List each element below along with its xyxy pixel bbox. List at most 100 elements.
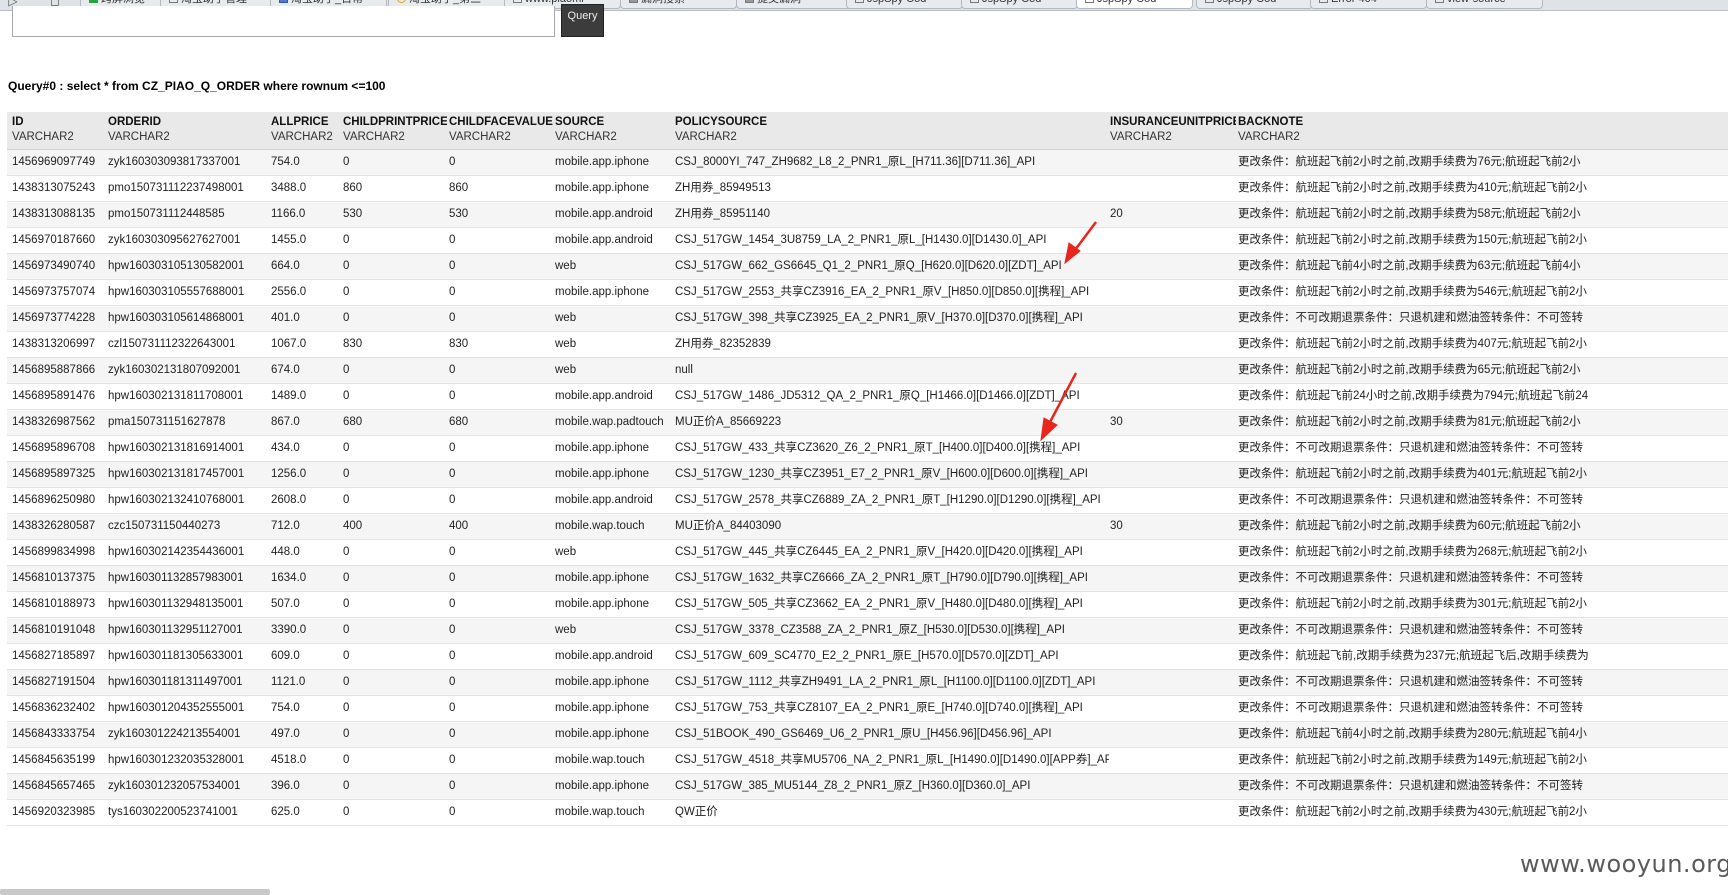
tab-close-icon[interactable]: × [1415,0,1421,7]
table-cell: 530 [343,208,363,220]
table-cell: 1456845657465 [12,780,96,792]
table-cell: 更改条件：航班起飞前2小时之前,改期手续费为81元;航班起飞前2小 [1238,416,1581,428]
table-cell: MU正价A_84403090 [675,520,782,532]
table-cell: zyk160302131807092001 [108,364,241,376]
table-cell: 0 [449,494,456,506]
table-cell [1110,592,1236,617]
table-cell: 1456899834998 [12,546,96,558]
column-header: SOURCE VARCHAR2 [555,115,673,145]
table-cell: web [555,364,577,376]
table-cell: web [555,624,577,636]
table-cell: 400 [343,520,363,532]
browser-tab[interactable]: Error 404 × [1310,0,1427,9]
tab-favicon-icon [89,0,98,3]
table-row: 1438326987562 pma150731151627878 867.0 680 6… [7,410,1728,436]
table-cell: 0 [449,234,456,246]
table-cell: 434.0 [271,442,300,454]
table-cell [1110,488,1236,513]
tab-close-icon[interactable]: × [1301,0,1307,7]
table-cell: 680 [343,416,363,428]
table-cell: 0 [343,702,350,714]
table-row: 1456895897325 hpw160302131817457001 1256.0… [7,462,1728,488]
table-cell: CSJ_517GW_398_共享CZ3925_EA_2_PNR1_原V_[H37… [675,312,1083,324]
column-type: VARCHAR2 [449,131,511,143]
table-cell: mobile.app.iphone [555,182,649,194]
table-cell [1110,618,1236,643]
tab-close-icon[interactable]: × [1531,0,1537,7]
table-cell: 1456969097749 [12,156,96,168]
table-cell: null [675,364,693,376]
browser-tab[interactable]: 漏洞搜索 × [620,0,737,9]
table-cell: 更改条件：不可改期退票条件：只退机建和燃油签转条件：不可签转 [1238,780,1583,792]
watermark: www.wooyun.org [1520,850,1728,878]
table-cell: CSJ_517GW_1632_共享CZ6666_ZA_2_PNR1_原T_[H7… [675,572,1088,584]
browser-tab[interactable]: JspSpy Cod × [961,0,1078,9]
tab-close-icon[interactable]: × [951,0,957,7]
column-name: POLICYSOURCE [675,116,768,128]
table-cell: 0 [449,572,456,584]
table-cell [1110,254,1236,279]
tab-label: JspSpy Cod [1097,0,1156,5]
table-cell [1110,800,1236,825]
table-cell: 1456973757074 [12,286,96,298]
table-row: 1456845657465 zyk160301232057534001 396.0 0… [7,774,1728,800]
browser-tab[interactable]: JspSpy Cod × [1196,0,1313,9]
table-cell: 更改条件：航班起飞前2小时之前,改期手续费为65元;航班起飞前2小 [1238,364,1581,376]
table-cell: 0 [449,286,456,298]
tab-close-icon[interactable]: × [1066,0,1072,7]
table-cell: 664.0 [271,260,300,272]
table-cell: 0 [343,234,350,246]
column-type: VARCHAR2 [1238,131,1300,143]
table-cell: QW正价 [675,806,718,818]
table-cell [1110,358,1236,383]
table-cell: 1456836232402 [12,702,96,714]
table-cell: 0 [449,806,456,818]
tab-favicon-icon [1435,0,1444,3]
tab-close-icon[interactable]: × [725,0,731,7]
browser-tab[interactable]: JspSpy Cod × [1076,0,1193,9]
tab-close-icon[interactable]: × [609,0,615,7]
tab-label: 跨屏浏览 [101,0,145,5]
table-cell: mobile.app.iphone [555,676,649,688]
horizontal-scrollbar[interactable] [0,889,270,895]
table-cell: 830 [449,338,469,350]
browser-tab[interactable]: view-source × [1426,0,1543,9]
tab-close-icon[interactable]: × [1181,0,1187,7]
table-cell: CSJ_517GW_385_MU5144_Z8_2_PNR1_原Z_[H360.… [675,780,1031,792]
table-cell: 1489.0 [271,390,307,402]
table-cell: 30 [1110,416,1123,428]
query-button[interactable]: Query [561,4,604,37]
table-cell: CSJ_517GW_753_共享CZ8107_EA_2_PNR1_原E_[H74… [675,702,1083,714]
tab-favicon-icon [970,0,979,3]
table-cell: 1456827185897 [12,650,96,662]
tab-label: 淘宝助手_日常 [291,0,363,5]
table-cell: mobile.wap.touch [555,520,645,532]
table-row: 1456969097749 zyk160303093817337001 754.0 0… [7,150,1728,176]
table-cell: 712.0 [271,520,300,532]
tab-label: JspSpy Cod [867,0,926,5]
table-cell: 0 [343,494,350,506]
table-cell: 0 [449,650,456,662]
table-cell: 1438313206997 [12,338,96,350]
tab-favicon-icon [629,0,638,3]
table-row: 1456896250980 hpw160302132410768001 2608.0… [7,488,1728,514]
column-header: POLICYSOURCE VARCHAR2 [675,115,1109,145]
table-row: 1456973757074 hpw160303105557688001 2556.0… [7,280,1728,306]
table-cell: 0 [449,728,456,740]
table-cell: 0 [449,468,456,480]
table-cell [1110,228,1236,253]
column-type: VARCHAR2 [675,131,737,143]
table-cell [1110,540,1236,565]
table-cell: zyk160301232057534001 [108,780,241,792]
column-type: VARCHAR2 [1110,131,1172,143]
table-cell: zyk160301224213554001 [108,728,241,740]
table-row: 1456845635199 hpw160301232035328001 4518.0… [7,748,1728,774]
sql-query-textarea[interactable] [12,6,555,37]
table-cell: 0 [449,546,456,558]
browser-tab[interactable]: 提交漏洞× [736,0,853,9]
table-cell: 1456895897325 [12,468,96,480]
column-type: VARCHAR2 [12,131,74,143]
table-cell: 754.0 [271,702,300,714]
browser-tab[interactable]: JspSpy Cod × [846,0,963,9]
table-cell: 更改条件：航班起飞前2小时之前,改期手续费为407元;航班起飞前2小 [1238,338,1587,350]
